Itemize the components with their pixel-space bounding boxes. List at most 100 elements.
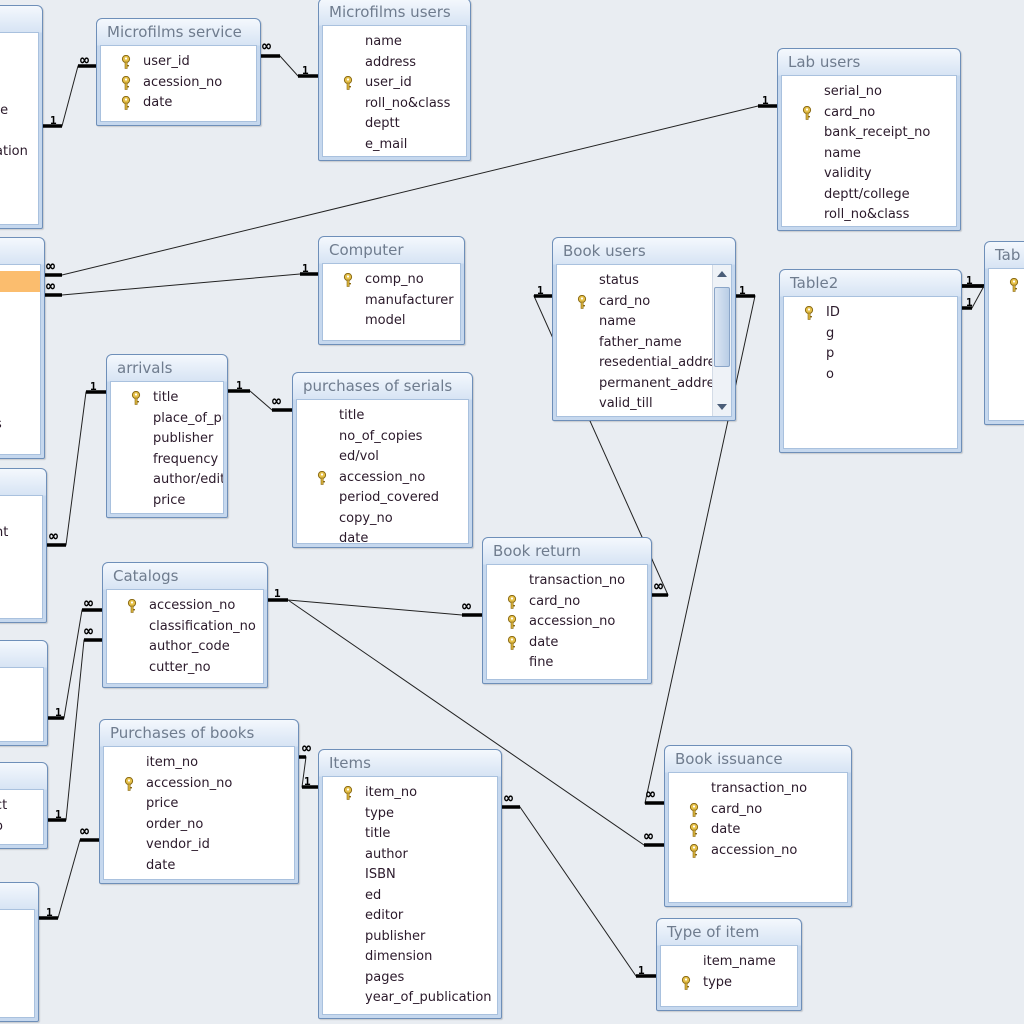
table-title[interactable]: Microfilms service <box>97 19 260 43</box>
table-title[interactable]: Purchases of books <box>100 720 298 744</box>
field-row[interactable]: acession_no <box>101 73 256 94</box>
field-row[interactable]: price <box>104 794 294 815</box>
table-items[interactable]: Items item_no type title author ISBN ed editor p… <box>318 749 502 1019</box>
field-row[interactable]: ed <box>323 886 497 907</box>
table-title[interactable]: Type of item <box>657 919 801 943</box>
relationship-line[interactable] <box>45 273 318 296</box>
field-row[interactable]: validity <box>782 164 956 185</box>
field-row[interactable]: address <box>323 53 466 74</box>
field-row[interactable]: date <box>104 856 294 877</box>
field-row[interactable]: price <box>111 491 223 512</box>
table-table2[interactable]: Table2 ID g p o <box>779 269 962 453</box>
table-title[interactable] <box>0 238 44 262</box>
field-row[interactable]: title <box>111 388 223 409</box>
field-row[interactable]: roll_no&class <box>782 205 956 226</box>
field-row[interactable]: card_no <box>557 292 713 313</box>
scrollbar[interactable] <box>712 265 731 416</box>
table-title[interactable]: Table2 <box>780 270 961 294</box>
field-row[interactable]: e_mail <box>323 135 466 156</box>
table-book-users[interactable]: Book users status card_no name father_name re… <box>552 237 736 421</box>
field-row[interactable] <box>989 275 1024 296</box>
field-row[interactable]: year_of_publication <box>323 988 497 1009</box>
field-row[interactable]: author <box>323 845 497 866</box>
table-title[interactable] <box>0 6 42 30</box>
field-row[interactable]: order_no <box>104 815 294 836</box>
field-row[interactable]: title <box>323 824 497 845</box>
field-row[interactable]: accession_no <box>297 468 468 489</box>
table-microfilms-service[interactable]: Microfilms service user_id acession_no date <box>96 18 261 126</box>
table-title[interactable]: Book issuance <box>665 746 851 770</box>
field-row[interactable]: name <box>782 144 956 165</box>
table-left5[interactable]: ct o <box>0 762 48 849</box>
field-row[interactable]: ct <box>0 796 43 817</box>
field-row[interactable]: period_covered <box>297 488 468 509</box>
table-computer[interactable]: Computer comp_no manufacturer model <box>318 236 465 345</box>
field-row[interactable]: ed/vol <box>297 447 468 468</box>
field-row[interactable] <box>0 394 40 415</box>
table-title[interactable] <box>0 763 47 787</box>
field-row[interactable] <box>0 292 40 313</box>
field-row[interactable]: date <box>297 529 468 543</box>
table-tab-partial[interactable]: Tab <box>984 241 1024 425</box>
field-row[interactable]: item_no <box>323 783 497 804</box>
table-book-issuance[interactable]: Book issuance transaction_no card_no date ac… <box>664 745 852 907</box>
field-row[interactable] <box>0 353 40 374</box>
field-row[interactable]: vendor_id <box>104 835 294 856</box>
field-row[interactable]: accession_no <box>107 596 263 617</box>
field-row[interactable]: p <box>784 344 957 365</box>
field-row[interactable]: publisher <box>323 927 497 948</box>
table-title[interactable] <box>0 641 47 665</box>
field-row[interactable]: pages <box>323 968 497 989</box>
table-title[interactable]: Lab users <box>778 49 960 73</box>
field-row[interactable]: ation <box>0 142 38 163</box>
field-row[interactable]: card_no <box>782 103 956 124</box>
field-row[interactable]: date_of_residence <box>557 415 713 417</box>
field-row[interactable]: type <box>323 804 497 825</box>
field-row[interactable]: place_of_publication <box>111 409 223 430</box>
scroll-thumb[interactable] <box>714 287 730 367</box>
table-lab-users[interactable]: Lab users serial_no card_no bank_receipt_no… <box>777 48 961 231</box>
field-row[interactable] <box>0 312 40 333</box>
field-row[interactable] <box>0 121 38 142</box>
field-row[interactable]: nt <box>0 523 42 544</box>
table-purchases-of-serials[interactable]: purchases of serials title no_of_copies ed/… <box>292 372 473 548</box>
field-row[interactable]: publisher <box>111 429 223 450</box>
field-row[interactable]: status <box>557 271 713 292</box>
field-row[interactable]: classification_no <box>107 617 263 638</box>
field-row[interactable]: editor <box>323 906 497 927</box>
field-row[interactable]: te <box>0 101 38 122</box>
field-row[interactable]: date <box>101 93 256 114</box>
field-row[interactable]: s <box>0 415 40 436</box>
field-row[interactable]: author_code <box>107 637 263 658</box>
table-title[interactable]: Items <box>319 750 501 774</box>
field-row[interactable]: permanent_address <box>557 374 728 395</box>
field-row[interactable]: cutter_no <box>107 658 263 679</box>
field-row[interactable]: type <box>661 973 797 994</box>
field-row[interactable]: valid_till <box>557 394 713 415</box>
field-row[interactable]: o <box>784 365 957 386</box>
field-row[interactable]: author/editor <box>111 470 223 491</box>
field-row[interactable]: transaction_no <box>487 571 647 592</box>
relationship-line[interactable] <box>46 391 106 546</box>
field-row[interactable]: accession_no <box>669 841 847 862</box>
table-left2[interactable]: s <box>0 237 45 459</box>
field-row[interactable]: g <box>784 324 957 345</box>
table-left3[interactable]: nt <box>0 468 47 623</box>
table-book-return[interactable]: Book return transaction_no card_no accessio… <box>482 537 652 684</box>
field-row[interactable]: no_of_copies <box>297 427 468 448</box>
field-row[interactable]: accession_no <box>487 612 647 633</box>
field-row[interactable]: ID <box>784 303 957 324</box>
field-row[interactable]: ISBN <box>323 865 497 886</box>
table-title[interactable]: Book return <box>483 538 651 562</box>
relationship-line[interactable] <box>47 639 102 821</box>
table-title[interactable]: Microfilms users <box>319 0 470 23</box>
field-row[interactable]: model <box>323 311 460 332</box>
field-row[interactable]: deptt <box>323 114 466 135</box>
table-type-of-item[interactable]: Type of item item_name type <box>656 918 802 1011</box>
field-row[interactable] <box>0 502 42 523</box>
table-title[interactable]: arrivals <box>107 355 227 379</box>
field-row[interactable]: frequency <box>111 450 223 471</box>
field-row[interactable]: father_name <box>557 333 713 354</box>
table-title[interactable]: Computer <box>319 237 464 261</box>
table-catalogs[interactable]: Catalogs accession_no classification_no aut… <box>102 562 268 688</box>
